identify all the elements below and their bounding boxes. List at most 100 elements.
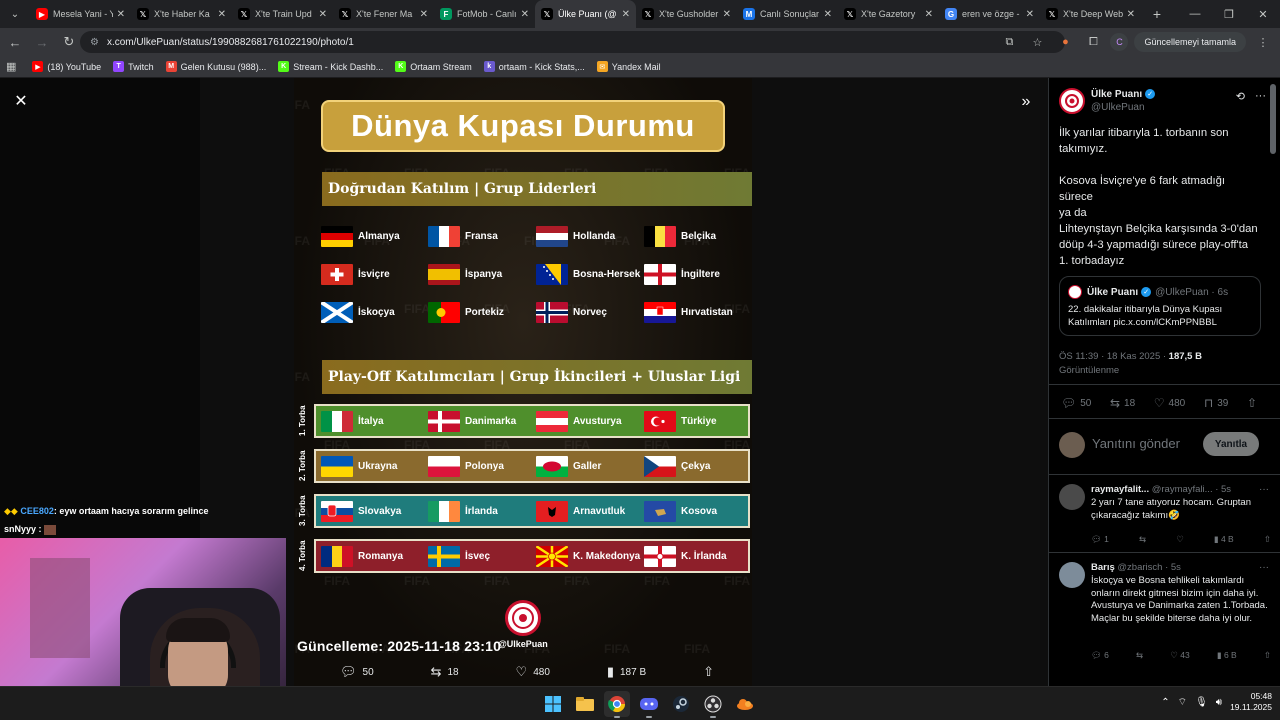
windows-start-icon[interactable] <box>540 691 566 717</box>
restore-icon[interactable]: ❐ <box>1212 0 1246 28</box>
reply-input[interactable]: Yanıtını gönder <box>1092 436 1180 451</box>
grok-icon[interactable]: ⟲ <box>1236 90 1245 103</box>
viewer-like-button[interactable]: ♡ 480 <box>516 664 550 680</box>
more-options-icon[interactable]: ··· <box>1255 90 1266 103</box>
browser-tab[interactable]: 𝕏 Ülke Puanı (@ ✕ <box>535 0 636 28</box>
reply-item[interactable]: raymayfalit... @raymayfali... · 5s ··· 2… <box>1059 484 1273 554</box>
reply-share-icon[interactable]: ⇧ <box>1264 534 1271 545</box>
quoted-tweet[interactable]: Ülke Puanı ✓ @UlkePuan · 6s 22. dakikalar… <box>1059 276 1261 336</box>
browser-tab[interactable]: 𝕏 X'te Gusholder ✕ <box>636 0 737 28</box>
reply-author[interactable]: Barış <box>1091 562 1115 573</box>
bookmark-item[interactable]: k ortaam - Kick Stats,... <box>483 61 585 72</box>
browser-tab[interactable]: F FotMob - Canlı ✕ <box>434 0 535 28</box>
discord-icon[interactable] <box>636 691 662 718</box>
reply-submit-button[interactable]: Yanıtla <box>1203 432 1259 456</box>
tweet-timestamp[interactable]: ÖS 11:39 · 18 Kas 2025 · <box>1059 351 1169 362</box>
repost-button[interactable]: ⇆ 18 <box>1110 396 1135 410</box>
file-explorer-icon[interactable] <box>572 691 598 717</box>
bookmark-item[interactable]: ✉ Yandex Mail <box>596 61 661 72</box>
share-button[interactable]: ⇧ <box>1247 396 1261 410</box>
reply-like-button[interactable]: ♡ 43 <box>1170 650 1189 661</box>
tab-search-icon[interactable]: ⌄ <box>4 3 26 25</box>
reply-more-icon[interactable]: ··· <box>1259 484 1269 495</box>
network-icon[interactable]: ⌔ <box>1178 696 1187 709</box>
like-button[interactable]: ♡ 480 <box>1154 396 1185 410</box>
close-viewer-icon[interactable]: ✕ <box>12 92 30 110</box>
volume-icon[interactable]: 🔊︎ <box>1216 697 1222 708</box>
obs-icon[interactable] <box>700 691 726 718</box>
close-tab-icon[interactable]: ✕ <box>218 9 226 20</box>
bookmark-button[interactable]: ⊓ 39 <box>1204 396 1229 410</box>
menu-kebab-icon[interactable]: ⋮ <box>1252 31 1274 53</box>
browser-tab[interactable]: G eren ve özge - ✕ <box>939 0 1040 28</box>
reply-button[interactable]: 💬︎ 50 <box>1061 396 1091 410</box>
bookmark-item[interactable]: ▶ (18) YouTube <box>32 61 101 72</box>
clock[interactable]: 05:48 19.11.2025 <box>1230 691 1272 713</box>
collapse-panel-icon[interactable]: » <box>1016 92 1036 112</box>
browser-tab[interactable]: 𝕏 X'te Train Upd ✕ <box>232 0 333 28</box>
reply-repost-button[interactable]: ⇆ <box>1136 650 1143 661</box>
author-handle[interactable]: @UlkePuan <box>1091 102 1145 113</box>
browser-tab[interactable]: M Canlı Sonuçlar ✕ <box>737 0 838 28</box>
apps-grid-icon[interactable]: ▦ <box>6 60 16 73</box>
reply-views-button[interactable]: ▮ 6 B <box>1217 650 1237 661</box>
bookmark-item[interactable]: T Twitch <box>113 61 154 72</box>
url-field[interactable]: ⚙ x.com/UlkePuan/status/1990882681761022… <box>80 31 1065 53</box>
reply-repost-button[interactable]: ⇆ <box>1139 534 1146 545</box>
close-tab-icon[interactable]: ✕ <box>824 9 832 20</box>
profile-avatar[interactable]: C <box>1110 33 1129 51</box>
new-tab-button[interactable]: + <box>1145 2 1169 26</box>
close-tab-icon[interactable]: ✕ <box>319 9 327 20</box>
extensions-icon[interactable]: ⧠ <box>1082 31 1104 53</box>
reply-avatar[interactable] <box>1059 562 1085 588</box>
cast-icon[interactable]: ⧉ <box>998 31 1020 53</box>
update-button[interactable]: Güncellemeyi tamamla <box>1134 32 1246 52</box>
steam-icon[interactable] <box>668 691 694 717</box>
close-tab-icon[interactable]: ✕ <box>925 9 933 20</box>
cloud-app-icon[interactable] <box>732 691 758 717</box>
browser-tab[interactable]: 𝕏 X'te Gazetory ✕ <box>838 0 939 28</box>
close-tab-icon[interactable]: ✕ <box>1026 9 1034 20</box>
browser-tab[interactable]: ▶ Mesela Yani - Y ✕ <box>30 0 131 28</box>
close-tab-icon[interactable]: ✕ <box>1127 9 1135 20</box>
close-window-icon[interactable]: ✕ <box>1246 0 1280 28</box>
author-name[interactable]: Ülke Puanı ✓ <box>1091 89 1156 100</box>
tray-chevron-icon[interactable]: ⌃ <box>1161 697 1169 708</box>
close-tab-icon[interactable]: ✕ <box>420 9 428 20</box>
world-cup-status-image[interactable]: FIFA FIFA FIFA FIFA FIFA FIFA FIFA FIFA FIFA FIFA… <box>294 78 752 686</box>
viewer-share-button[interactable]: ⇧ <box>703 664 720 680</box>
minimize-icon[interactable]: — <box>1178 0 1212 28</box>
back-icon[interactable]: ← <box>3 30 27 54</box>
bookmark-star-icon[interactable]: ☆ <box>1026 31 1048 53</box>
forward-icon[interactable]: → <box>30 30 54 54</box>
browser-tab[interactable]: 𝕏 X'te Deep Web ✕ <box>1040 0 1141 28</box>
author-avatar[interactable] <box>1059 88 1085 114</box>
reply-share-icon[interactable]: ⇧ <box>1264 650 1271 661</box>
bookmark-item[interactable]: K Ortaam Stream <box>395 61 472 72</box>
close-tab-icon[interactable]: ✕ <box>723 9 731 20</box>
reply-author[interactable]: raymayfalit... <box>1091 484 1149 495</box>
reply-reply-button[interactable]: 💬︎ 6 <box>1091 650 1109 661</box>
reload-icon[interactable]: ↻ <box>57 30 81 54</box>
reply-reply-button[interactable]: 💬︎ 1 <box>1091 534 1109 545</box>
extension-fox-icon[interactable]: ● <box>1054 31 1076 53</box>
mic-icon[interactable]: 🎙︎ <box>1195 697 1208 708</box>
bookmark-item[interactable]: M Gelen Kutusu (988)... <box>165 61 266 72</box>
close-tab-icon[interactable]: ✕ <box>117 9 125 20</box>
reply-avatar[interactable] <box>1059 484 1085 510</box>
viewer-reply-button[interactable]: 💬︎ 50 <box>340 664 374 680</box>
viewer-repost-button[interactable]: ⇆ 18 <box>431 664 459 680</box>
reply-item[interactable]: Barış @zbarisch · 5s ··· İskoçya ve Bosn… <box>1059 562 1273 672</box>
site-info-icon[interactable]: ⚙ <box>90 37 99 48</box>
close-tab-icon[interactable]: ✕ <box>521 9 529 20</box>
close-tab-icon[interactable]: ✕ <box>622 9 630 20</box>
reply-views-button[interactable]: ▮ 4 B <box>1214 534 1234 545</box>
reply-more-icon[interactable]: ··· <box>1259 562 1269 573</box>
panel-scrollbar[interactable] <box>1270 84 1276 154</box>
browser-tab[interactable]: 𝕏 X'te Fener Ma ✕ <box>333 0 434 28</box>
viewer-views-button[interactable]: ▮ 187 B <box>607 664 646 680</box>
reply-like-button[interactable]: ♡ <box>1176 534 1184 545</box>
browser-tab[interactable]: 𝕏 X'te Haber Ka ✕ <box>131 0 232 28</box>
bookmark-item[interactable]: K Stream - Kick Dashb... <box>278 61 383 72</box>
chrome-icon[interactable] <box>604 691 630 718</box>
